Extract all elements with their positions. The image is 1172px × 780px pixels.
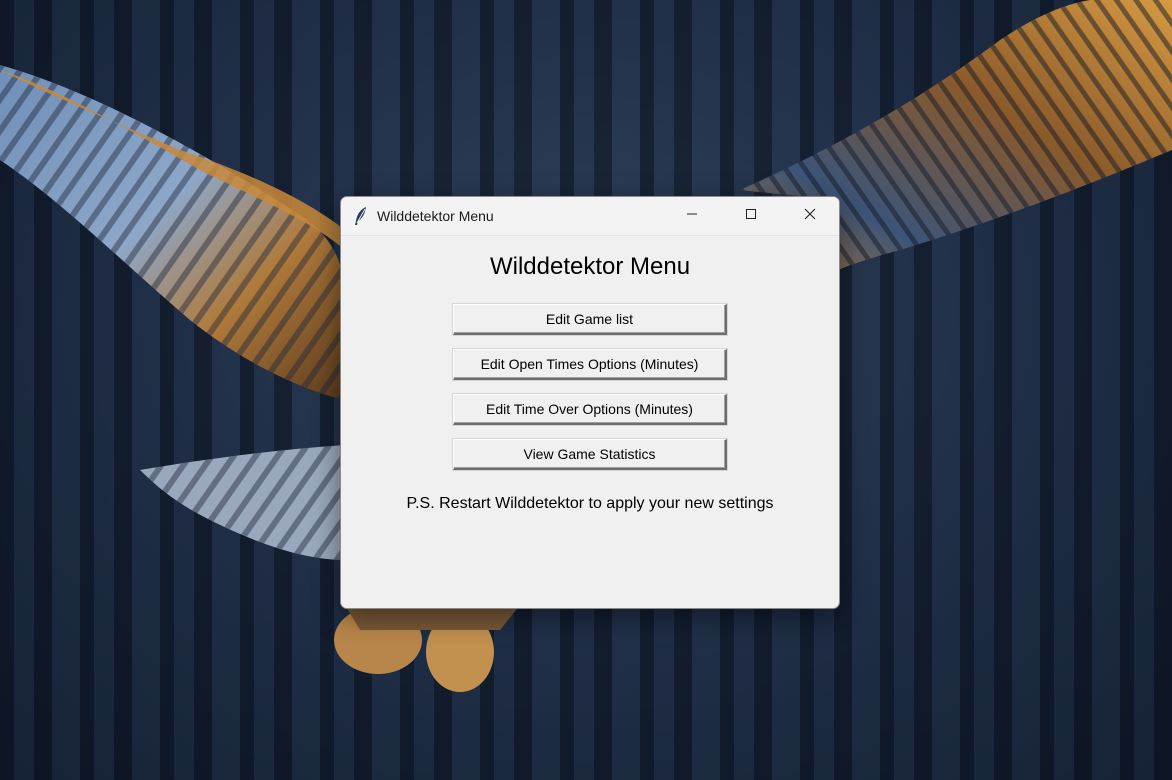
edit-open-times-button[interactable]: Edit Open Times Options (Minutes)	[453, 349, 727, 380]
minimize-button[interactable]	[663, 197, 721, 235]
edit-game-list-button[interactable]: Edit Game list	[453, 304, 727, 335]
edit-time-over-button[interactable]: Edit Time Over Options (Minutes)	[453, 394, 727, 425]
restart-note: P.S. Restart Wilddetektor to apply your …	[406, 495, 774, 512]
close-button[interactable]	[781, 197, 839, 235]
close-icon	[804, 207, 816, 225]
window-title: Wilddetektor Menu	[377, 208, 494, 224]
app-window: Wilddetektor Menu Wilddetektor Menu Edit…	[340, 196, 840, 609]
view-game-statistics-button[interactable]: View Game Statistics	[453, 439, 727, 470]
feather-icon	[353, 206, 369, 226]
maximize-icon	[745, 207, 757, 225]
maximize-button[interactable]	[722, 197, 780, 235]
page-title: Wilddetektor Menu	[489, 253, 691, 280]
minimize-icon	[686, 207, 698, 225]
title-bar[interactable]: Wilddetektor Menu	[341, 197, 839, 236]
